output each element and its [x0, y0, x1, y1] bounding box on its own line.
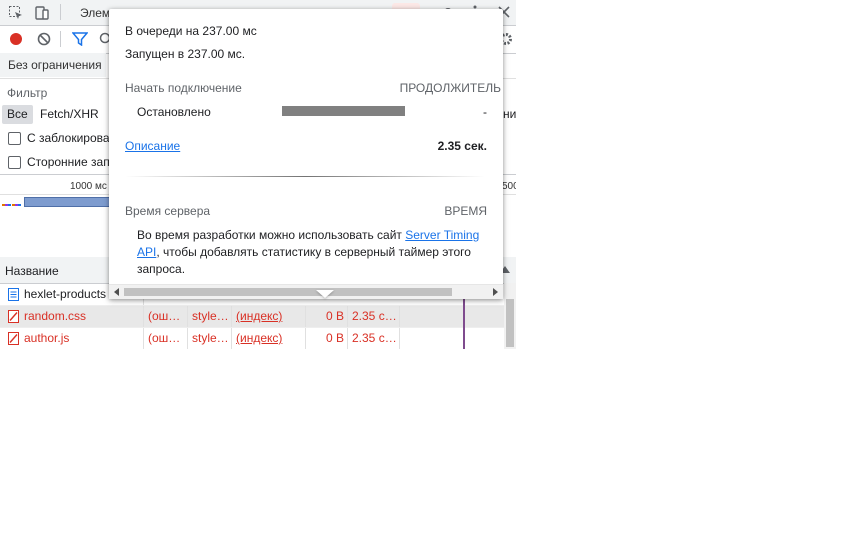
duration-column-heading: ПРОДОЛЖИТЕЛЬ: [399, 81, 501, 95]
timing-popover: В очереди на 237.00 мс Запущен в 237.00 …: [109, 9, 503, 299]
overview-bars: [2, 204, 22, 206]
stalled-label: Остановлено: [137, 105, 211, 119]
clear-icon[interactable]: [34, 29, 54, 49]
row-status-cell: (ош…: [144, 328, 188, 349]
throttling-label: Без ограничения: [8, 58, 102, 72]
horizontal-scrollbar[interactable]: [109, 284, 503, 299]
overview-selection: [24, 197, 116, 207]
row-name-cell: author.js: [0, 328, 144, 349]
inspect-element-icon[interactable]: [6, 3, 26, 23]
table-row[interactable]: random.css (ош… style… (индекс) 0 B 2.35…: [0, 306, 504, 328]
divider: [60, 31, 61, 47]
table-row[interactable]: author.js (ош… style… (индекс) 0 B 2.35 …: [0, 328, 504, 349]
overview-tick-label: 500: [502, 181, 516, 192]
type-filter-fetch-xhr[interactable]: Fetch/XHR: [35, 105, 104, 124]
error-file-icon: [8, 332, 19, 345]
filter-icon[interactable]: [70, 29, 90, 49]
popover-caret: [316, 290, 334, 298]
overview-tick-label: 1000 мс: [70, 181, 107, 192]
server-timing-text: Во время разработки можно использовать с…: [137, 228, 406, 242]
request-name: hexlet-products: [24, 287, 107, 301]
row-size-cell: 0 B: [306, 328, 348, 349]
type-filter-all[interactable]: Все: [2, 105, 33, 124]
row-time-cell: 2.35 с…: [348, 306, 400, 327]
total-time: 2.35 сек.: [437, 139, 487, 153]
divider: [60, 4, 61, 20]
row-time-cell: 2.35 с…: [348, 328, 400, 349]
initiator-link[interactable]: (индекс): [236, 309, 282, 323]
row-type-cell: style…: [188, 328, 232, 349]
row-status-cell: (ош…: [144, 306, 188, 327]
record-icon[interactable]: [6, 29, 26, 49]
document-file-icon: [8, 288, 19, 301]
scroll-left-arrow-icon[interactable]: [114, 288, 119, 296]
waterfall-marker-line: [463, 295, 465, 349]
checkbox-box[interactable]: [8, 131, 21, 145]
scroll-right-arrow-icon[interactable]: [493, 288, 498, 296]
stalled-bar: [282, 106, 405, 116]
third-party-label: Сторонние зап: [27, 155, 110, 169]
blocked-requests-label: С заблокирова: [27, 131, 110, 145]
time-column-heading: ВРЕМЯ: [444, 204, 487, 218]
column-header-name[interactable]: Название: [5, 264, 59, 278]
row-initiator-cell: (индекс): [232, 306, 306, 327]
tab-elements[interactable]: Элем: [80, 6, 110, 20]
row-name-cell: random.css: [0, 306, 144, 327]
initiator-link[interactable]: (индекс): [236, 331, 282, 345]
device-toolbar-icon[interactable]: [32, 3, 52, 23]
blocked-requests-checkbox[interactable]: С заблокирова: [8, 128, 110, 148]
row-initiator-cell: (индекс): [232, 328, 306, 349]
third-party-checkbox[interactable]: Сторонние зап: [8, 152, 110, 172]
queued-at-text: В очереди на 237.00 мс: [125, 24, 257, 38]
server-timing-description: Во время разработки можно использовать с…: [137, 227, 487, 278]
server-timing-text-end: , чтобы добавлять статистику в серверный…: [137, 245, 471, 276]
row-size-cell: 0 B: [306, 306, 348, 327]
started-at-text: Запущен в 237.00 мс.: [125, 47, 246, 61]
section-divider: [125, 176, 485, 177]
row-type-cell: style…: [188, 306, 232, 327]
throttling-select[interactable]: Без ограничения: [0, 53, 106, 77]
request-name: author.js: [24, 331, 70, 345]
scrollbar-thumb[interactable]: [124, 288, 452, 296]
vertical-scrollbar[interactable]: [504, 283, 516, 349]
scrollbar-thumb[interactable]: [506, 299, 514, 347]
explanation-link[interactable]: Описание: [125, 139, 180, 153]
stalled-value: -: [483, 105, 487, 119]
error-file-icon: [8, 310, 19, 323]
connection-start-heading: Начать подключение: [125, 81, 242, 95]
filter-placeholder: Фильтр: [7, 86, 48, 100]
checkbox-box[interactable]: [8, 155, 21, 169]
request-name: random.css: [24, 309, 87, 323]
server-timing-heading: Время сервера: [125, 204, 211, 218]
